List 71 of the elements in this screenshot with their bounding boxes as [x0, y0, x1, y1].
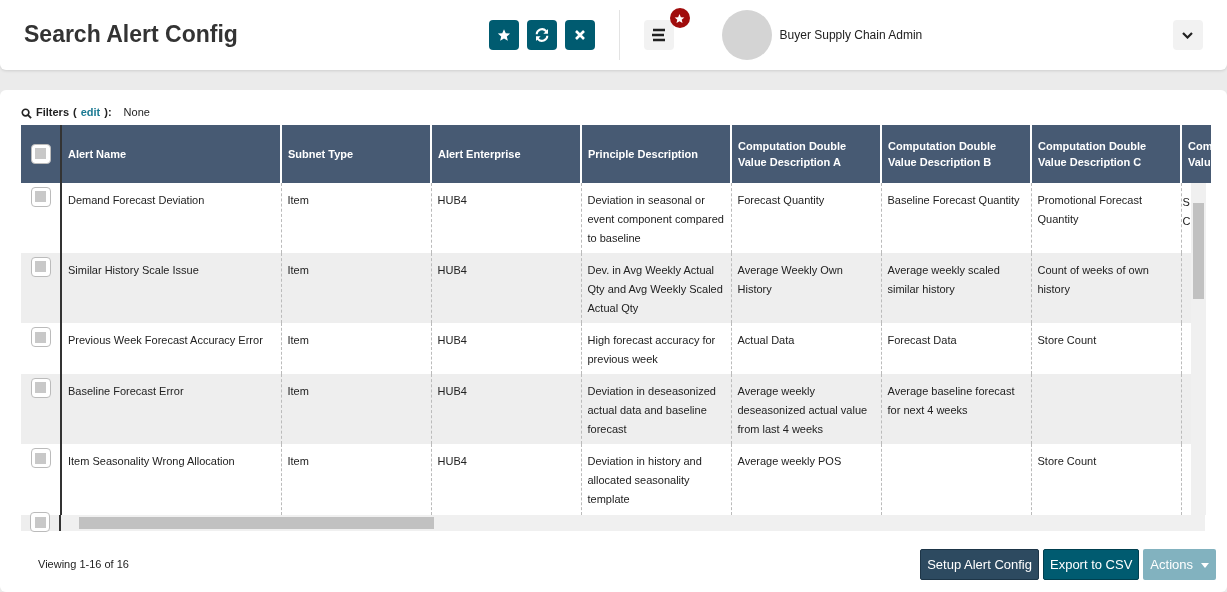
menu-button[interactable]	[643, 20, 674, 50]
star-button[interactable]	[488, 20, 519, 50]
table-cell: HUB4	[437, 455, 467, 468]
table-cell: High forecast accuracy for previous week	[587, 334, 716, 366]
table-cell: HUB4	[437, 384, 467, 397]
table-cell: Average weekly POS	[737, 455, 842, 468]
dropdown-button[interactable]	[1173, 20, 1203, 50]
checkbox[interactable]	[30, 448, 51, 469]
table-cell: Previous Week Forecast Accuracy Error	[68, 334, 263, 347]
table-cell: Item	[287, 455, 309, 468]
table-cell: Item	[287, 193, 309, 206]
table-cell: Promotional Forecast Quantity	[1037, 193, 1143, 225]
close-button[interactable]	[564, 20, 595, 50]
close-icon	[573, 29, 586, 41]
table-cell: Similar History Scale Issue	[68, 263, 199, 276]
filters-label: Filters	[36, 105, 69, 120]
table-cell: HUB4	[437, 334, 467, 347]
table-cell: Average Weekly Own History	[737, 263, 843, 295]
user-role: Buyer Supply Chain Admin	[779, 27, 923, 44]
table-cell: Item	[287, 384, 309, 397]
action-button[interactable]: Setup Alert Config	[920, 548, 1039, 580]
table-cell: Item Seasonality Wrong Allocation	[68, 455, 235, 468]
checkbox[interactable]	[30, 143, 51, 164]
edit-link[interactable]: edit	[80, 104, 101, 121]
column-header: Computation Double Value Description C	[1031, 124, 1181, 183]
table-cell: Average weekly deseasonized actual value from last 4 weeks	[737, 384, 868, 435]
column-header: Subnet Type	[281, 124, 431, 183]
chevron-down-icon	[1182, 31, 1194, 39]
column-header: Com Valu	[1181, 124, 1211, 183]
table-cell: Deviation in history and allocated seasonality template	[587, 455, 702, 506]
checkbox[interactable]	[30, 377, 51, 398]
table-cell: Dev. in Avg Weekly Actual Qty and Avg Weekly Scaled Actual Qty	[587, 263, 723, 314]
checkbox[interactable]	[30, 256, 51, 277]
table-cell: Item	[287, 263, 309, 276]
table-cell: Store Count	[1037, 455, 1097, 468]
table-cell: Average baseline forecast for next 4 weeks	[887, 384, 1015, 416]
column-header: Computation Double Value Description B	[881, 124, 1031, 183]
page-title: Search Alert Config	[24, 21, 238, 49]
column-header: Principle Description	[581, 124, 731, 183]
paren: ):	[104, 105, 112, 120]
table-cell: Forecast Quantity	[737, 193, 825, 206]
filter-value: None	[123, 105, 150, 120]
avatar	[721, 10, 772, 60]
table-cell: Deviation in deseasonized actual data and baseline forecast	[587, 384, 716, 435]
refresh-icon	[533, 27, 550, 43]
refresh-button[interactable]	[526, 20, 557, 50]
star-icon	[496, 28, 511, 42]
table-cell: S C	[1182, 195, 1191, 227]
menu-icon	[650, 28, 667, 42]
table-cell: Demand Forecast Deviation	[68, 193, 205, 206]
table-cell: Average weekly scaled similar history	[887, 263, 1000, 295]
column-header: Alert Name	[61, 124, 281, 183]
table-cell: Baseline Forecast Error	[68, 384, 184, 397]
paren: (	[73, 105, 77, 120]
column-header: Alert Enterprise	[431, 124, 581, 183]
table-cell: Item	[287, 334, 309, 347]
table-cell: HUB4	[437, 263, 467, 276]
checkbox[interactable]	[30, 327, 51, 348]
column-header: Computation Double Value Description A	[731, 124, 881, 183]
table-cell: Baseline Forecast Quantity	[887, 193, 1020, 206]
table-cell: Store Count	[1037, 334, 1097, 347]
checkbox[interactable]	[30, 512, 50, 532]
table-cell: Deviation in seasonal or event component compared to baseline	[587, 193, 724, 244]
table-cell: HUB4	[437, 193, 467, 206]
action-button[interactable]: Export to CSV	[1043, 548, 1140, 580]
viewing-count: Viewing 1-16 of 16	[38, 557, 129, 572]
caret-icon	[1201, 562, 1209, 568]
table-cell: Count of weeks of own history	[1037, 263, 1149, 295]
checkbox[interactable]	[30, 186, 51, 207]
table-cell: Actual Data	[737, 334, 795, 347]
table-cell: Forecast Data	[887, 334, 957, 347]
